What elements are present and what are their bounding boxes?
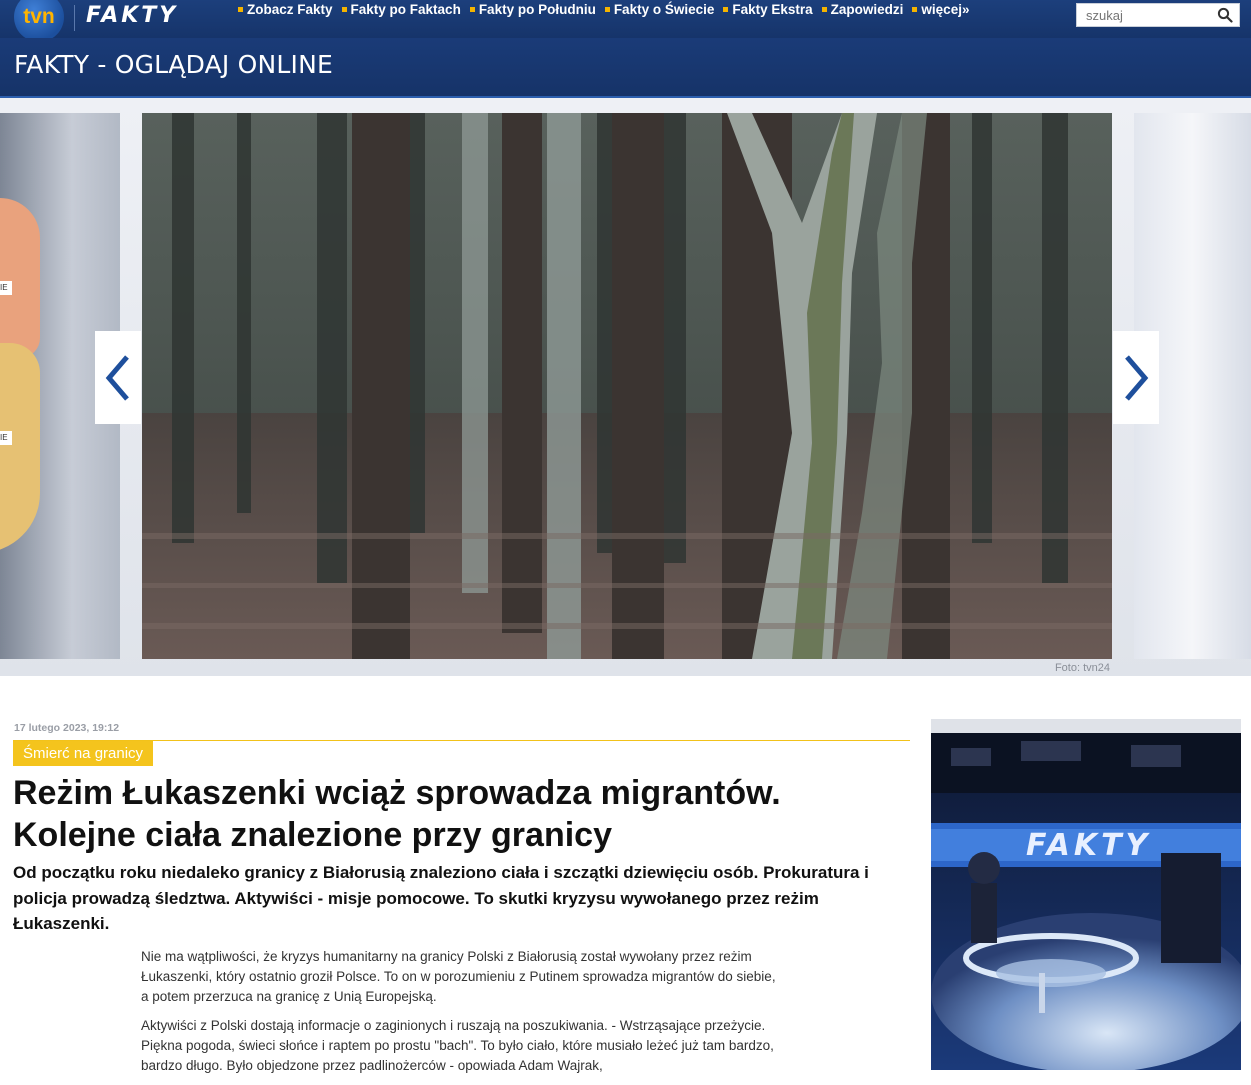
map-label: IE <box>0 431 12 445</box>
nav-item-label: Fakty o Świecie <box>613 2 715 17</box>
studio-photo: FAKTY <box>931 733 1241 1070</box>
nav-item-label: Fakty po Faktach <box>350 2 461 17</box>
nav-item-fakty-po-poludniu[interactable]: Fakty po Południu <box>469 2 596 17</box>
nav-item-label: Fakty Ekstra <box>732 2 813 17</box>
gallery-main-photo[interactable] <box>142 113 1112 659</box>
category-badge[interactable]: Śmierć na granicy <box>13 741 154 766</box>
studio-promo-image[interactable]: FAKTY <box>931 719 1241 1070</box>
article-date: 17 lutego 2023, 19:12 <box>14 722 120 734</box>
chevron-left-icon <box>105 354 129 401</box>
search-input[interactable] <box>1077 4 1213 26</box>
page-title: FAKTY - OGLĄDAJ ONLINE <box>14 50 333 79</box>
article-paragraph: Nie ma wątpliwości, że kryzys humanitarn… <box>141 949 776 1004</box>
studio-logo-text: FAKTY <box>1026 828 1151 863</box>
photo-gallery: IE IE Foto: tvn24 <box>0 98 1251 676</box>
nav-item-label: Zobacz Fakty <box>247 2 333 17</box>
page-title-band: FAKTY - OGLĄDAJ ONLINE <box>0 38 1251 96</box>
forest-photo <box>142 113 1112 659</box>
tvn-logo[interactable]: tvn <box>14 0 64 42</box>
chevron-right-icon <box>1125 354 1149 401</box>
gallery-prev-button[interactable] <box>95 331 141 424</box>
fakty-logo[interactable]: FAKTY <box>86 3 204 29</box>
nav-item-wiecej[interactable]: więcej» <box>912 2 969 17</box>
article-title: Reżim Łukaszenki wciąż sprowadza migrant… <box>13 774 781 854</box>
article-lead: Od początku roku niedaleko granicy z Bia… <box>13 863 869 933</box>
map-label: IE <box>0 281 12 295</box>
bullet-icon <box>469 7 475 12</box>
bullet-icon <box>341 7 347 12</box>
gallery-next-button[interactable] <box>1113 331 1159 424</box>
bullet-icon <box>238 7 243 12</box>
nav-item-zobacz-fakty[interactable]: Zobacz Fakty <box>238 2 333 17</box>
bullet-icon <box>912 7 918 12</box>
nav-item-label: więcej» <box>921 2 970 17</box>
map-region <box>0 343 40 553</box>
nav-item-zapowiedzi[interactable]: Zapowiedzi <box>821 2 904 17</box>
map-region <box>0 198 40 358</box>
nav-item-fakty-ekstra[interactable]: Fakty Ekstra <box>723 2 813 17</box>
nav-item-fakty-po-faktach[interactable]: Fakty po Faktach <box>341 2 461 17</box>
nav-item-fakty-o-swiecie[interactable]: Fakty o Świecie <box>604 2 715 17</box>
photo-caption: Foto: tvn24 <box>1054 662 1110 674</box>
top-navigation-bar: tvn FAKTY Zobacz Fakty Fakty po Faktach … <box>0 0 1251 42</box>
article-body: Nie ma wątpliwości, że kryzys humanitarn… <box>141 947 781 1085</box>
article-paragraph: Aktywiści z Polski dostają informacje o … <box>141 1018 774 1073</box>
nav-item-label: Zapowiedzi <box>830 2 904 17</box>
main-nav: Zobacz Fakty Fakty po Faktach Fakty po P… <box>238 2 978 17</box>
nav-item-label: Fakty po Południu <box>478 2 596 17</box>
search-icon[interactable] <box>1217 7 1233 23</box>
logo-separator <box>74 5 75 31</box>
search-box <box>1076 3 1240 27</box>
bullet-icon <box>604 7 610 12</box>
bullet-icon <box>723 7 729 12</box>
bullet-icon <box>821 7 827 12</box>
